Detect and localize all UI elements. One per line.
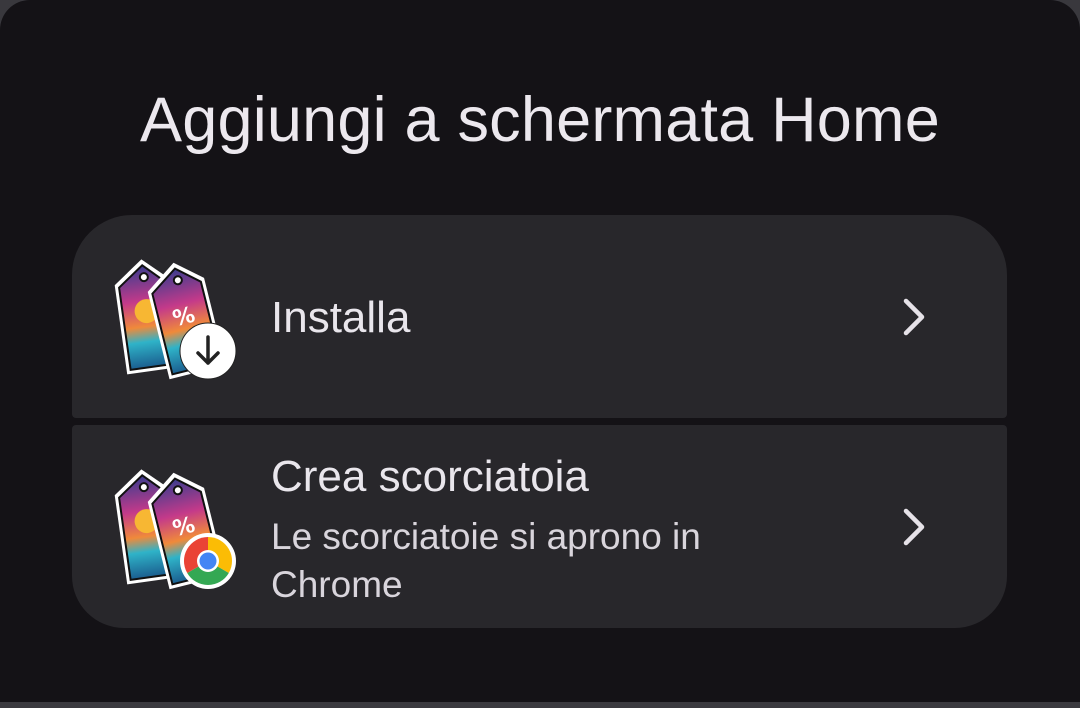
dialog-title: Aggiungi a schermata Home [140, 85, 940, 155]
create-shortcut-label: Crea scorciatoia [271, 452, 589, 501]
create-shortcut-option[interactable]: % Crea scorciatoia Le scorciatoie si apr… [72, 425, 1007, 628]
add-to-home-dialog: Aggiungi a schermata Home % Installa % C… [0, 0, 1080, 702]
install-label: Installa [271, 293, 411, 342]
chrome-icon [180, 533, 236, 589]
chevron-right-icon [903, 298, 925, 336]
app-tag-icon: % [114, 259, 237, 380]
create-shortcut-description: Le scorciatoie si aprono in Chrome [271, 516, 701, 605]
chevron-right-icon [903, 508, 925, 546]
app-tag-icon: % [114, 469, 236, 590]
install-option[interactable]: % Installa [72, 215, 1007, 418]
navigation-bar-edge [0, 702, 1080, 708]
